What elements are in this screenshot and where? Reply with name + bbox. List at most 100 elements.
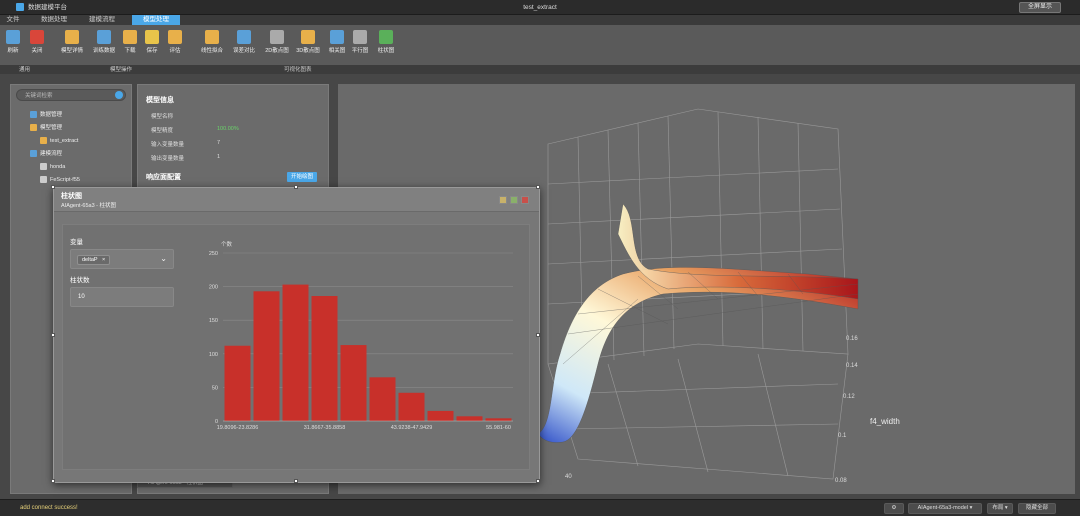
search-box[interactable]: 关键词检索 bbox=[16, 89, 126, 101]
dialog-subtitle: AIAgent-65a3 - 柱状图 bbox=[61, 203, 117, 209]
model-icon bbox=[40, 137, 47, 145]
toolbar-button-12[interactable]: 平行图 bbox=[350, 29, 370, 59]
close-icon[interactable] bbox=[521, 196, 529, 204]
hide-all-button[interactable]: 隐藏全部 bbox=[1018, 503, 1056, 514]
flow-icon bbox=[30, 150, 37, 158]
tree-item-0[interactable]: 数据管理 bbox=[30, 110, 62, 120]
histogram-bar bbox=[311, 296, 338, 421]
group-label-charts: 可视化图表 bbox=[284, 67, 312, 73]
x-tick-label: 19.8096-23.8286 bbox=[217, 425, 259, 431]
y-tick-label: 200 bbox=[209, 285, 218, 291]
axis-tick-3: 0.1 bbox=[838, 433, 847, 439]
toolbar-button-10[interactable]: 3D散点图 bbox=[295, 29, 321, 59]
variable-tag[interactable]: deltaP × bbox=[77, 255, 111, 265]
refresh-icon bbox=[6, 30, 20, 44]
resize-handle-bm[interactable] bbox=[294, 479, 298, 483]
toolbar-button-13[interactable]: 柱状图 bbox=[375, 29, 397, 59]
info-key: 模型名称 bbox=[151, 114, 174, 120]
toolbar-button-label: 保存 bbox=[146, 48, 158, 54]
maximize-icon[interactable] bbox=[510, 196, 518, 204]
tree-item-label: 建模流程 bbox=[40, 151, 63, 157]
tree-item-1[interactable]: 模型管理 bbox=[30, 123, 62, 133]
correlation-icon bbox=[330, 30, 344, 44]
bar-chart-dialog[interactable]: 柱状图 AIAgent-65a3 - 柱状图 变量 deltaP × ⌄ 柱状数… bbox=[51, 185, 540, 483]
x-tick-label: 55.981-60 bbox=[486, 425, 511, 431]
layout-select[interactable]: 布局 ▾ bbox=[987, 503, 1013, 514]
settings-gear-icon[interactable]: ⚙ bbox=[884, 503, 904, 514]
toolbar-button-8[interactable]: 误差对比 bbox=[230, 29, 258, 59]
resize-handle-tl[interactable] bbox=[51, 185, 55, 189]
variable-tag-label: deltaP bbox=[82, 257, 98, 263]
histogram-bar bbox=[369, 377, 396, 421]
x-tick-label: 31.8667-35.8858 bbox=[304, 425, 346, 431]
menu-modeling-flow[interactable]: 建模流程 bbox=[84, 15, 120, 25]
info-key: 输入变量数量 bbox=[151, 142, 185, 148]
title-bar: 数据建模平台 test_extract 全屏显示 bbox=[0, 0, 1080, 15]
menu-model-processing[interactable]: 模型处理 bbox=[132, 15, 180, 25]
toolbar-button-5[interactable]: 保存 bbox=[144, 29, 160, 59]
dialog-header[interactable]: 柱状图 AIAgent-65a3 - 柱状图 bbox=[54, 188, 539, 212]
search-icon[interactable] bbox=[115, 91, 123, 99]
variable-label: 变量 bbox=[70, 239, 83, 246]
y-tick-label: 250 bbox=[209, 251, 218, 257]
bins-input[interactable]: 10 bbox=[70, 287, 174, 307]
app-name: 数据建模平台 bbox=[28, 4, 67, 11]
histogram-bar bbox=[427, 410, 454, 421]
histogram-bar bbox=[253, 291, 280, 421]
database-icon bbox=[30, 111, 37, 119]
histogram-bar bbox=[282, 284, 309, 421]
axis-tick-2: 0.12 bbox=[843, 394, 855, 400]
tree-item-5[interactable]: FeScript-f55 bbox=[40, 175, 80, 185]
histogram-bar bbox=[340, 345, 367, 421]
tree-item-3[interactable]: 建模流程 bbox=[30, 149, 62, 159]
status-bar: add connect success! ⚙ AIAgent-65a3-mode… bbox=[0, 499, 1080, 516]
toolbar-button-7[interactable]: 线性拟合 bbox=[199, 29, 225, 59]
resize-handle-mr[interactable] bbox=[536, 333, 540, 337]
dialog-body: 变量 deltaP × ⌄ 柱状数 10 0 50 100 150 200 250 个数 19… bbox=[62, 224, 530, 470]
window-title: test_extract bbox=[523, 4, 557, 11]
toolbar-button-6[interactable]: 评估 bbox=[166, 29, 184, 59]
tree-item-label: 模型管理 bbox=[40, 125, 63, 131]
toolbar-button-label: 平行图 bbox=[351, 48, 369, 54]
bins-label: 柱状数 bbox=[70, 277, 90, 284]
tree-item-label: honda bbox=[50, 164, 66, 170]
axis-label-f4-width: f4_width bbox=[870, 417, 900, 426]
variable-select[interactable]: deltaP × ⌄ bbox=[70, 249, 174, 269]
toolbar-button-label: 3D散点图 bbox=[296, 48, 320, 54]
group-label-general: 通用 bbox=[19, 67, 31, 73]
menu-file[interactable]: 文件 bbox=[2, 15, 24, 25]
toolbar-button-0[interactable]: 刷新 bbox=[4, 29, 22, 59]
resize-handle-tm[interactable] bbox=[294, 185, 298, 189]
toolbar-button-label: 线性拟合 bbox=[200, 48, 223, 54]
fullscreen-button[interactable]: 全屏显示 bbox=[1019, 2, 1061, 13]
close-icon bbox=[30, 30, 44, 44]
toolbar-button-label: 误差对比 bbox=[232, 48, 255, 54]
resize-handle-bl[interactable] bbox=[51, 479, 55, 483]
start-plot-button[interactable]: 开始绘图 bbox=[287, 172, 317, 182]
toolbar-button-label: 模型详情 bbox=[60, 48, 83, 54]
toolbar-button-11[interactable]: 相关图 bbox=[327, 29, 347, 59]
ribbon-group-bar: 通用 模型操作 可视化图表 bbox=[0, 66, 1080, 74]
toolbar-button-3[interactable]: 训练数据 bbox=[92, 29, 116, 59]
toolbar-button-9[interactable]: 2D散点图 bbox=[264, 29, 290, 59]
toolbar-button-2[interactable]: 模型详情 bbox=[58, 29, 86, 59]
menu-bar: 文件 数据处理 建模流程 模型处理 bbox=[0, 15, 1080, 25]
tree-item-2[interactable]: test_extract bbox=[40, 136, 78, 146]
chevron-down-icon[interactable]: ⌄ bbox=[160, 254, 167, 263]
resize-handle-ml[interactable] bbox=[51, 333, 55, 337]
search-placeholder: 关键词检索 bbox=[25, 93, 53, 99]
info-value: 7 bbox=[217, 140, 221, 146]
tree-item-4[interactable]: honda bbox=[40, 162, 65, 172]
toolbar-button-4[interactable]: 下载 bbox=[122, 29, 138, 59]
resize-handle-br[interactable] bbox=[536, 479, 540, 483]
toolbar-button-1[interactable]: 关闭 bbox=[28, 29, 46, 59]
minimize-icon[interactable] bbox=[499, 196, 507, 204]
ribbon-toolbar: 刷新 关闭 模型详情 训练数据 下载 保存 评估 线性拟合 误差对比 2D散点图 3D散点图 相关图平… bbox=[0, 25, 1080, 66]
model-select[interactable]: AIAgent-65a3-model ▾ bbox=[908, 503, 982, 514]
y-axis-label: 个数 bbox=[221, 240, 233, 248]
tree-item-label: 数据管理 bbox=[40, 112, 63, 118]
bar-chart-icon bbox=[379, 30, 393, 44]
tag-remove-icon[interactable]: × bbox=[102, 257, 105, 263]
menu-data-processing[interactable]: 数据处理 bbox=[36, 15, 72, 25]
resize-handle-tr[interactable] bbox=[536, 185, 540, 189]
